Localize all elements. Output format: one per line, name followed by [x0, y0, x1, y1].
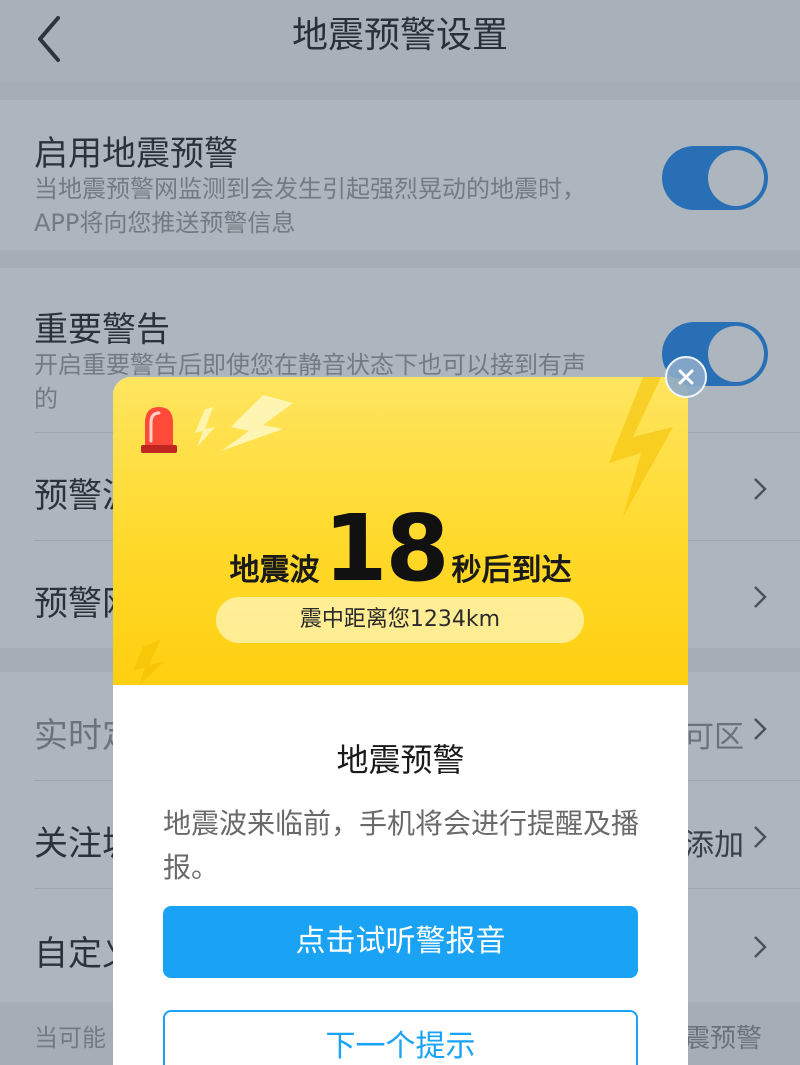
alarm-siren-icon	[141, 407, 177, 453]
earthquake-warning-modal: 地震波18 秒后到达 震中距离您1234km 地震预警 地震波来临前，手机将会进行…	[113, 377, 688, 1065]
distance-pill: 震中距离您1234km	[216, 597, 584, 643]
countdown: 地震波18 秒后到达	[113, 495, 688, 602]
close-modal-button[interactable]	[665, 356, 707, 398]
modal-description: 地震波来临前，手机将会进行提醒及播报。	[163, 807, 640, 884]
close-icon	[678, 369, 694, 385]
countdown-seconds: 18	[323, 495, 449, 602]
countdown-prefix: 地震波	[229, 553, 320, 588]
next-tip-button[interactable]: 下一个提示	[163, 1010, 638, 1065]
countdown-suffix: 秒后到达	[451, 553, 572, 588]
preview-alert-sound-button[interactable]: 点击试听警报音	[163, 906, 638, 978]
modal-hero: 地震波18 秒后到达 震中距离您1234km	[113, 377, 688, 685]
modal-title: 地震预警	[336, 741, 465, 779]
